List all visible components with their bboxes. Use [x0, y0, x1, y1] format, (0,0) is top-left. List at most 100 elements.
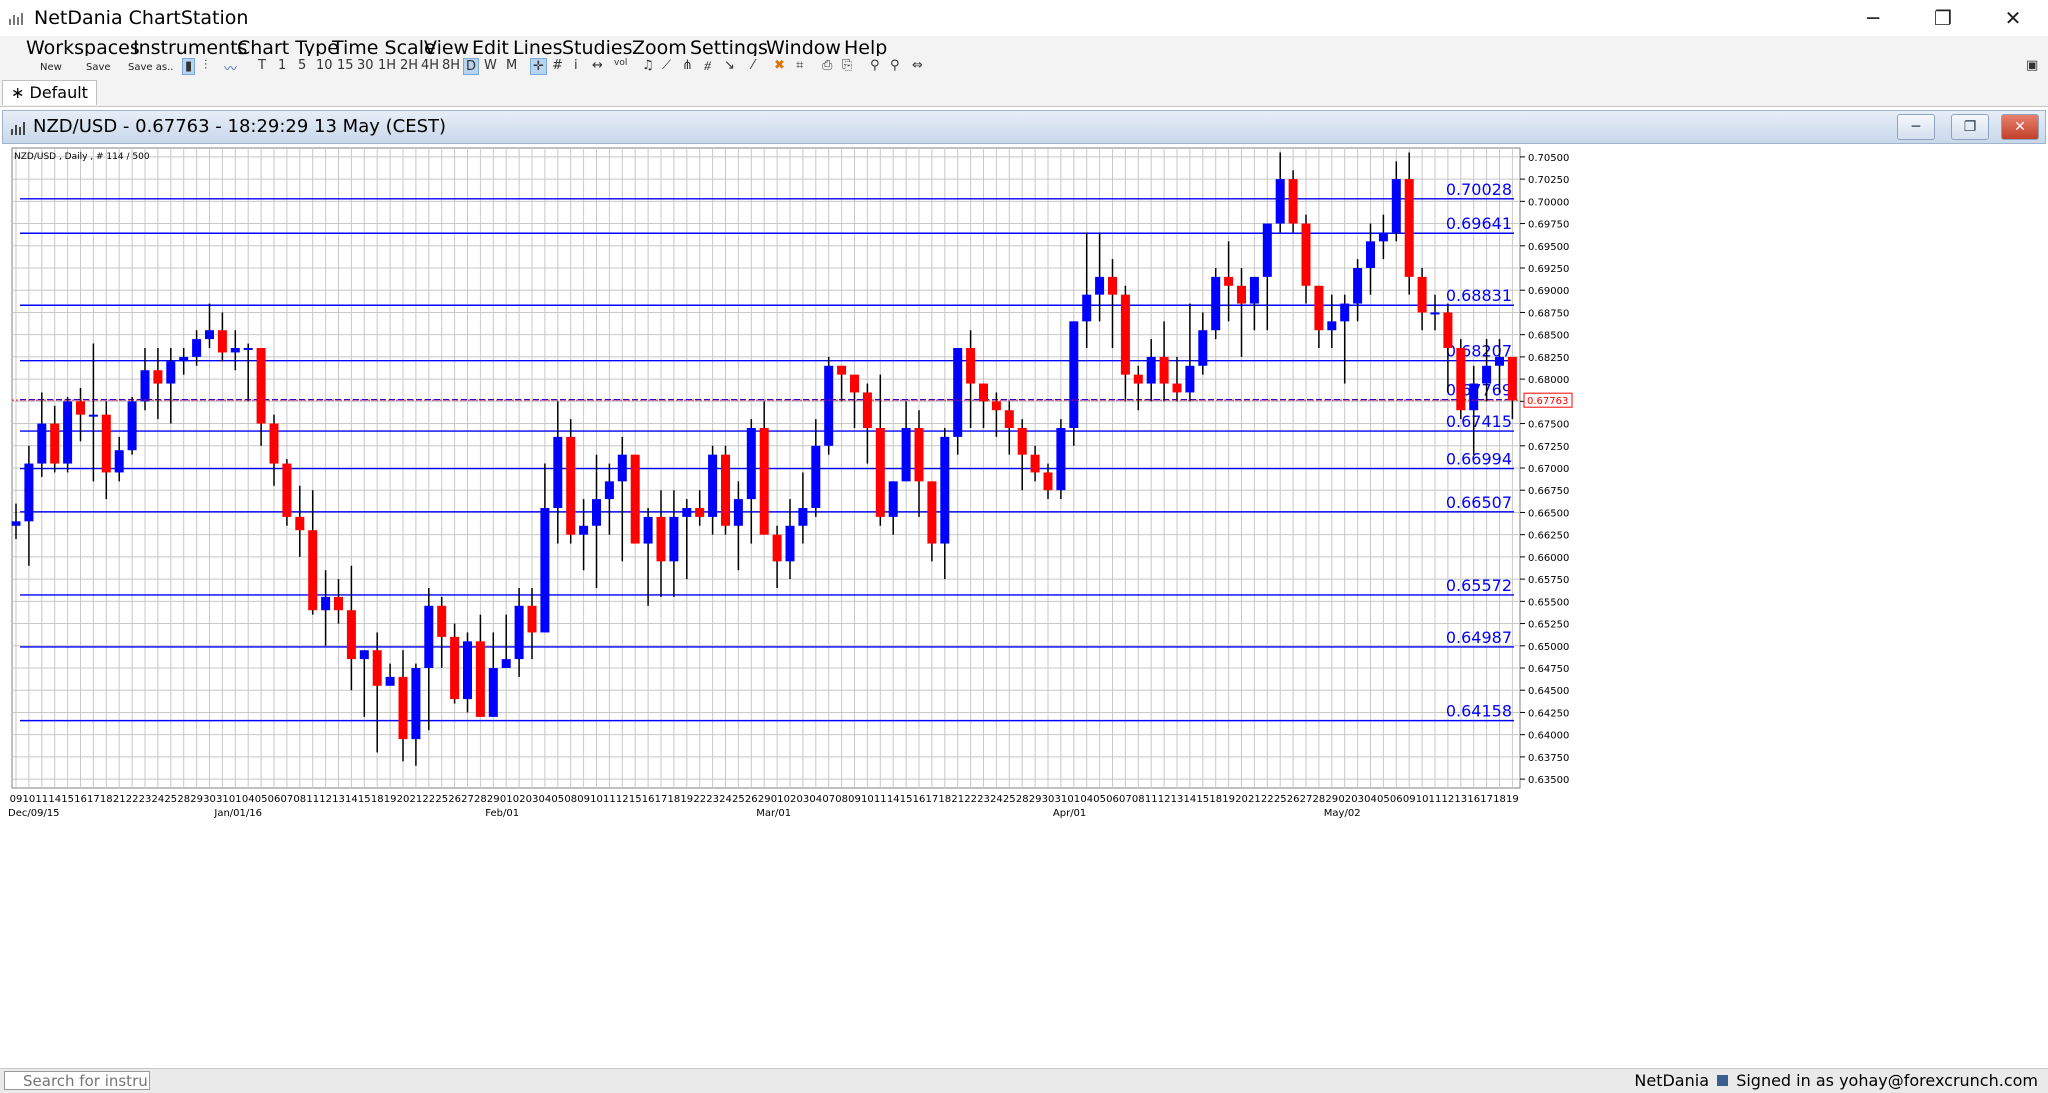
candle-body: [1056, 428, 1066, 491]
x-tick-label: 03: [526, 794, 539, 805]
trendline-icon[interactable]: ⟋: [662, 58, 671, 73]
level-label: 0.65572: [1446, 576, 1512, 595]
info-icon[interactable]: i: [574, 58, 578, 73]
x-tick-label: 29: [190, 794, 203, 805]
new-button[interactable]: New: [40, 62, 62, 73]
timeframe-1[interactable]: 1: [278, 58, 286, 73]
x-tick-label: 21: [951, 794, 964, 805]
x-tick-label: 04: [539, 794, 552, 805]
candle-body: [527, 605, 537, 633]
y-tick-label: 0.66500: [1528, 508, 1569, 519]
save-button[interactable]: Save: [86, 62, 111, 73]
candle-body: [1004, 410, 1014, 428]
fit-icon[interactable]: ⇔: [912, 58, 923, 73]
candle-body: [63, 401, 73, 464]
candle-body: [811, 445, 821, 508]
y-tick-label: 0.66750: [1528, 486, 1569, 497]
alert-bell-icon[interactable]: ♫: [642, 58, 654, 73]
timeframe-5[interactable]: 5: [298, 58, 306, 73]
x-tick-label: 05: [551, 794, 564, 805]
pan-icon[interactable]: ↔: [592, 58, 603, 73]
draw-line-icon[interactable]: ⁄: [752, 58, 754, 73]
channel-icon[interactable]: ⧣: [704, 58, 711, 73]
timeframe-monthly[interactable]: M: [506, 58, 517, 73]
candle-body: [437, 605, 447, 637]
candle-body: [192, 339, 202, 357]
month-label: Feb/01: [485, 808, 519, 819]
y-tick-label: 0.65750: [1528, 575, 1569, 586]
grid-icon[interactable]: #: [552, 58, 563, 73]
chart-close-button[interactable]: ✕: [2001, 114, 2039, 140]
candle-body: [592, 499, 601, 526]
x-tick-label: 27: [461, 794, 474, 805]
crosshair-icon[interactable]: ✛: [530, 58, 547, 75]
candle-body: [1120, 294, 1130, 375]
candle-body: [708, 454, 718, 517]
workspace-tabs: ∗ Default: [0, 78, 2048, 107]
candle-body: [463, 641, 472, 700]
x-tick-label: 21: [1248, 794, 1261, 805]
price-chart[interactable]: 0.70500 0.70250 0.70000 0.69750 0.69500 0.692…: [0, 143, 2048, 1060]
maximize-button[interactable]: ❐: [1908, 0, 1978, 36]
timeframe-weekly[interactable]: W: [484, 58, 497, 73]
candle-body: [488, 668, 498, 717]
x-tick-label: 12: [1442, 794, 1455, 805]
zoom-in-icon[interactable]: ⚲: [870, 58, 880, 73]
arrow-tool-icon[interactable]: ↘: [724, 58, 735, 73]
timeframe-tick[interactable]: T: [258, 58, 266, 73]
app-title: NetDania ChartStation: [34, 7, 249, 29]
x-tick-label: 14: [1184, 794, 1197, 805]
candle-body: [862, 392, 872, 428]
instrument-search-input[interactable]: [4, 1071, 150, 1090]
chart-minimize-button[interactable]: ─: [1897, 114, 1935, 140]
level-label: 0.64158: [1446, 702, 1512, 721]
delete-line-icon[interactable]: ⌗: [796, 58, 803, 73]
candle-body: [1288, 179, 1298, 224]
x-tick-label: 27: [1300, 794, 1313, 805]
save-as-button[interactable]: Save as..: [128, 62, 173, 73]
level-label: 0.70028: [1446, 180, 1512, 199]
candlestick-chart-icon[interactable]: ▮: [182, 58, 196, 75]
x-tick-label: 29: [1325, 794, 1338, 805]
x-tick-label: 16: [1467, 794, 1480, 805]
timeframe-30[interactable]: 30: [357, 58, 374, 73]
candle-body: [1082, 294, 1092, 322]
netdania-app-icon: [9, 13, 23, 25]
candle-body: [1507, 356, 1517, 401]
print-preview-icon[interactable]: ⎘: [842, 58, 852, 73]
timeframe-15[interactable]: 15: [337, 58, 354, 73]
line-chart-icon[interactable]: 〰: [224, 58, 237, 77]
fibonacci-icon[interactable]: ⋔: [682, 58, 693, 73]
x-tick-label: 01: [229, 794, 242, 805]
timeframe-10[interactable]: 10: [316, 58, 333, 73]
candle-body: [1378, 232, 1388, 242]
close-button[interactable]: ✕: [1978, 0, 2048, 36]
timeframe-4h[interactable]: 4H: [421, 58, 439, 73]
zoom-out-icon[interactable]: ⚲: [890, 58, 900, 73]
toolbar-expand-icon[interactable]: ▣: [2026, 58, 2038, 73]
tab-default[interactable]: ∗ Default: [2, 80, 97, 105]
bar-chart-icon[interactable]: ⫶: [204, 58, 207, 73]
minimize-button[interactable]: ─: [1838, 0, 1908, 36]
timeframe-daily[interactable]: D: [463, 58, 480, 75]
x-tick-label: 19: [1222, 794, 1235, 805]
chart-window-header: NZD/USD - 0.67763 - 18:29:29 13 May (CES…: [2, 110, 2046, 144]
x-tick-label: 14: [48, 794, 61, 805]
x-tick-label: 11: [35, 794, 48, 805]
volume-icon[interactable]: vol: [614, 58, 627, 68]
x-tick-label: 23: [706, 794, 719, 805]
print-icon[interactable]: ⎙: [822, 58, 832, 73]
delete-drawings-icon[interactable]: ✖: [774, 58, 785, 73]
chart-restore-button[interactable]: ❐: [1951, 114, 1989, 140]
x-tick-label: 11: [874, 794, 887, 805]
month-label: Dec/09/15: [8, 808, 60, 819]
x-tick-label: 24: [719, 794, 732, 805]
timeframe-2h[interactable]: 2H: [400, 58, 418, 73]
timeframe-8h[interactable]: 8H: [442, 58, 460, 73]
x-tick-label: 28: [177, 794, 190, 805]
candle-body: [914, 428, 924, 482]
current-price-label: 0.67763: [1527, 396, 1568, 407]
timeframe-1h[interactable]: 1H: [378, 58, 396, 73]
window-titlebar: NetDania ChartStation ─ ❐ ✕: [0, 0, 2048, 36]
x-tick-label: 22: [964, 794, 977, 805]
